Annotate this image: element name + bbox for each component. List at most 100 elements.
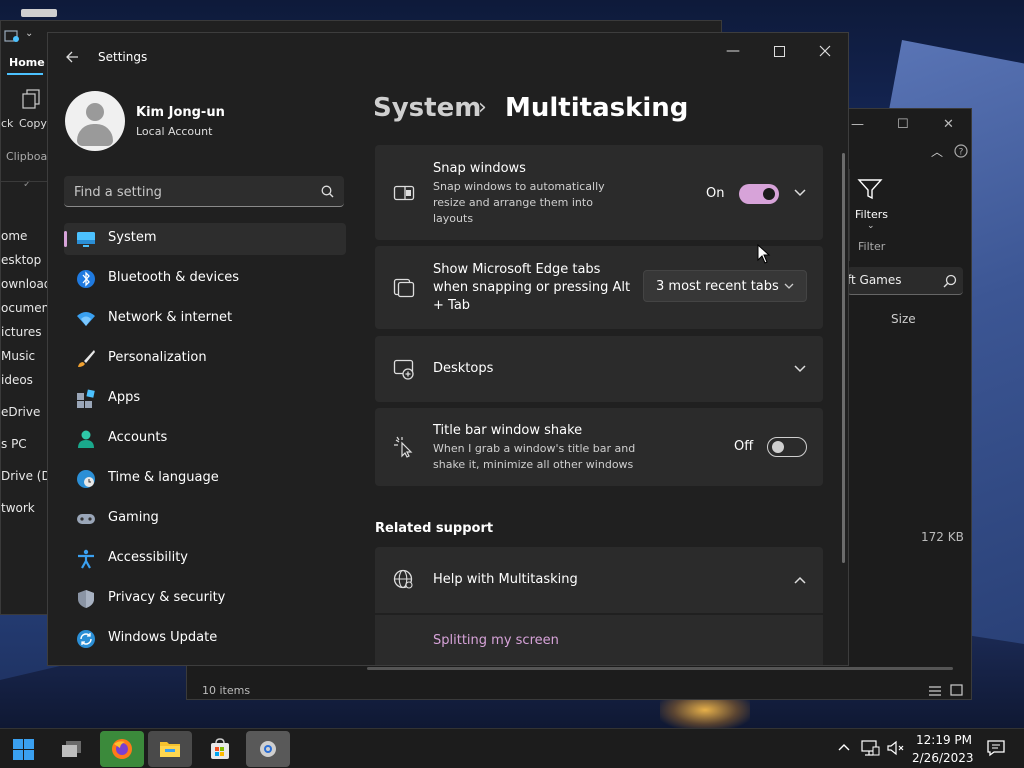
desktops-card[interactable]: Desktops	[375, 336, 823, 402]
avatar-head	[86, 103, 104, 121]
sidebar-item-apps[interactable]: Apps	[64, 383, 346, 415]
task-view-button[interactable]	[50, 731, 94, 767]
sidebar-item-bluetooth[interactable]: Bluetooth & devices	[64, 263, 346, 295]
chevron-down-icon	[784, 283, 794, 289]
edge-tabs-dropdown[interactable]: 3 most recent tabs	[643, 270, 807, 302]
sidebar-item-gaming[interactable]: Gaming	[64, 503, 346, 535]
shake-toggle-state: Off	[734, 439, 754, 454]
search-input[interactable]: ft Games	[847, 273, 902, 287]
help-multitasking-card[interactable]: Help with Multitasking	[375, 547, 823, 613]
settings-titlebar[interactable]: Settings —	[48, 33, 848, 81]
title-bar-shake-title: Title bar window shake	[433, 423, 583, 438]
volume-muted-icon[interactable]	[886, 739, 906, 759]
window-top-edge	[21, 9, 57, 17]
snap-windows-title: Snap windows	[433, 161, 526, 176]
filters-button[interactable]: Filters	[855, 208, 888, 221]
title-bar-shake-toggle[interactable]	[767, 437, 807, 457]
sidebar-item-label: Accessibility	[108, 550, 188, 565]
brush-icon	[78, 350, 95, 367]
shake-cursor-icon	[394, 436, 413, 458]
tab-home[interactable]: Home	[9, 56, 45, 69]
nav-network[interactable]: twork	[1, 501, 35, 515]
settings-window[interactable]: Settings — Kim Jong-un Local Account Sys…	[47, 32, 849, 666]
nav-videos[interactable]: ideos	[1, 373, 33, 387]
nav-downloads[interactable]: ownload	[1, 277, 51, 291]
copy-label[interactable]: Copy	[19, 117, 47, 130]
minimize-icon: —	[726, 43, 740, 59]
sidebar-item-label: Gaming	[108, 510, 159, 525]
sidebar-item-label: Time & language	[108, 470, 219, 485]
nav-pictures[interactable]: ictures	[1, 325, 42, 339]
network-icon[interactable]	[860, 739, 880, 759]
nav-desktop[interactable]: esktop	[1, 253, 41, 267]
vertical-scrollbar[interactable]	[842, 153, 845, 563]
chevron-down-icon[interactable]: ⌄	[867, 221, 875, 231]
nav-documents[interactable]: ocument	[1, 301, 54, 315]
sidebar-item-personalization[interactable]: Personalization	[64, 343, 346, 375]
search-icon[interactable]	[943, 274, 957, 288]
wifi-icon	[77, 312, 95, 326]
chevron-up-icon[interactable]	[836, 739, 856, 759]
nav-home[interactable]: ome	[1, 229, 27, 243]
back-button[interactable]	[60, 47, 84, 67]
sidebar-item-windows-update[interactable]: Windows Update	[64, 623, 346, 655]
breadcrumb-parent[interactable]: System	[373, 93, 481, 123]
chevron-down-icon[interactable]	[793, 362, 807, 376]
profile-name[interactable]: Kim Jong-un	[136, 105, 225, 120]
close-icon	[819, 45, 831, 57]
explorer-tab-icon[interactable]	[3, 28, 21, 44]
minimize-icon[interactable]: —	[851, 117, 864, 132]
horizontal-scrollbar[interactable]	[367, 667, 953, 670]
maximize-button[interactable]	[764, 41, 794, 61]
filter-icon[interactable]	[857, 177, 883, 201]
title-bar-shake-card[interactable]: Title bar window shake When I grab a win…	[375, 408, 823, 486]
edge-tabs-card[interactable]: Show Microsoft Edge tabs when snapping o…	[375, 246, 823, 329]
desktops-icon	[393, 359, 414, 380]
collapse-ribbon-icon[interactable]: ︿	[931, 143, 943, 160]
nav-this-pc[interactable]: s PC	[1, 437, 27, 451]
sidebar-item-system[interactable]: System	[64, 223, 346, 255]
globe-clock-icon	[77, 470, 95, 488]
sidebar-item-accounts[interactable]: Accounts	[64, 423, 346, 455]
settings-taskbar-button[interactable]	[246, 731, 290, 767]
shield-icon	[78, 590, 94, 608]
help-icon[interactable]: ?	[954, 144, 968, 158]
nav-onedrive[interactable]: eDrive	[1, 405, 40, 419]
minimize-button[interactable]: —	[718, 41, 748, 61]
chevron-down-icon[interactable]	[793, 186, 807, 200]
snap-windows-toggle[interactable]	[739, 184, 779, 204]
sidebar-item-accessibility[interactable]: Accessibility	[64, 543, 346, 575]
maximize-icon[interactable]: ☐	[897, 117, 909, 132]
notification-icon[interactable]	[986, 739, 1006, 759]
snap-windows-card[interactable]: Snap windows Snap windows to automatical…	[375, 145, 823, 240]
start-button[interactable]	[2, 731, 46, 767]
tiles-view-icon[interactable]	[950, 684, 964, 696]
clock-time[interactable]: 12:19 PM	[916, 733, 972, 747]
clock-date[interactable]: 2/26/2023	[912, 751, 974, 765]
file-explorer-button[interactable]	[148, 731, 192, 767]
copy-icon[interactable]	[21, 88, 43, 110]
sidebar-item-network[interactable]: Network & internet	[64, 303, 346, 335]
close-button[interactable]	[810, 41, 840, 61]
cut-label[interactable]: ck	[1, 117, 13, 130]
find-setting-box[interactable]	[64, 176, 344, 207]
splitting-screen-link[interactable]: Splitting my screen	[433, 633, 559, 648]
sidebar-item-time-language[interactable]: Time & language	[64, 463, 346, 495]
filter-group-label: Filter	[858, 240, 886, 253]
chevron-up-icon[interactable]	[793, 573, 807, 587]
search-icon[interactable]	[321, 185, 334, 198]
chevron-down-icon[interactable]: ⌄	[25, 28, 33, 39]
sidebar-item-label: Privacy & security	[108, 590, 226, 605]
close-icon[interactable]: ✕	[943, 117, 954, 132]
page-title: Multitasking	[505, 93, 689, 123]
divider	[1, 181, 49, 182]
snap-icon	[393, 185, 415, 201]
sidebar-item-privacy[interactable]: Privacy & security	[64, 583, 346, 615]
firefox-button[interactable]	[100, 731, 144, 767]
details-view-icon[interactable]	[928, 685, 942, 697]
size-column-header[interactable]: Size	[891, 312, 916, 326]
nav-music[interactable]: Music	[1, 349, 35, 363]
store-button[interactable]	[198, 731, 242, 767]
avatar[interactable]	[65, 91, 125, 151]
search-input[interactable]	[74, 182, 304, 202]
